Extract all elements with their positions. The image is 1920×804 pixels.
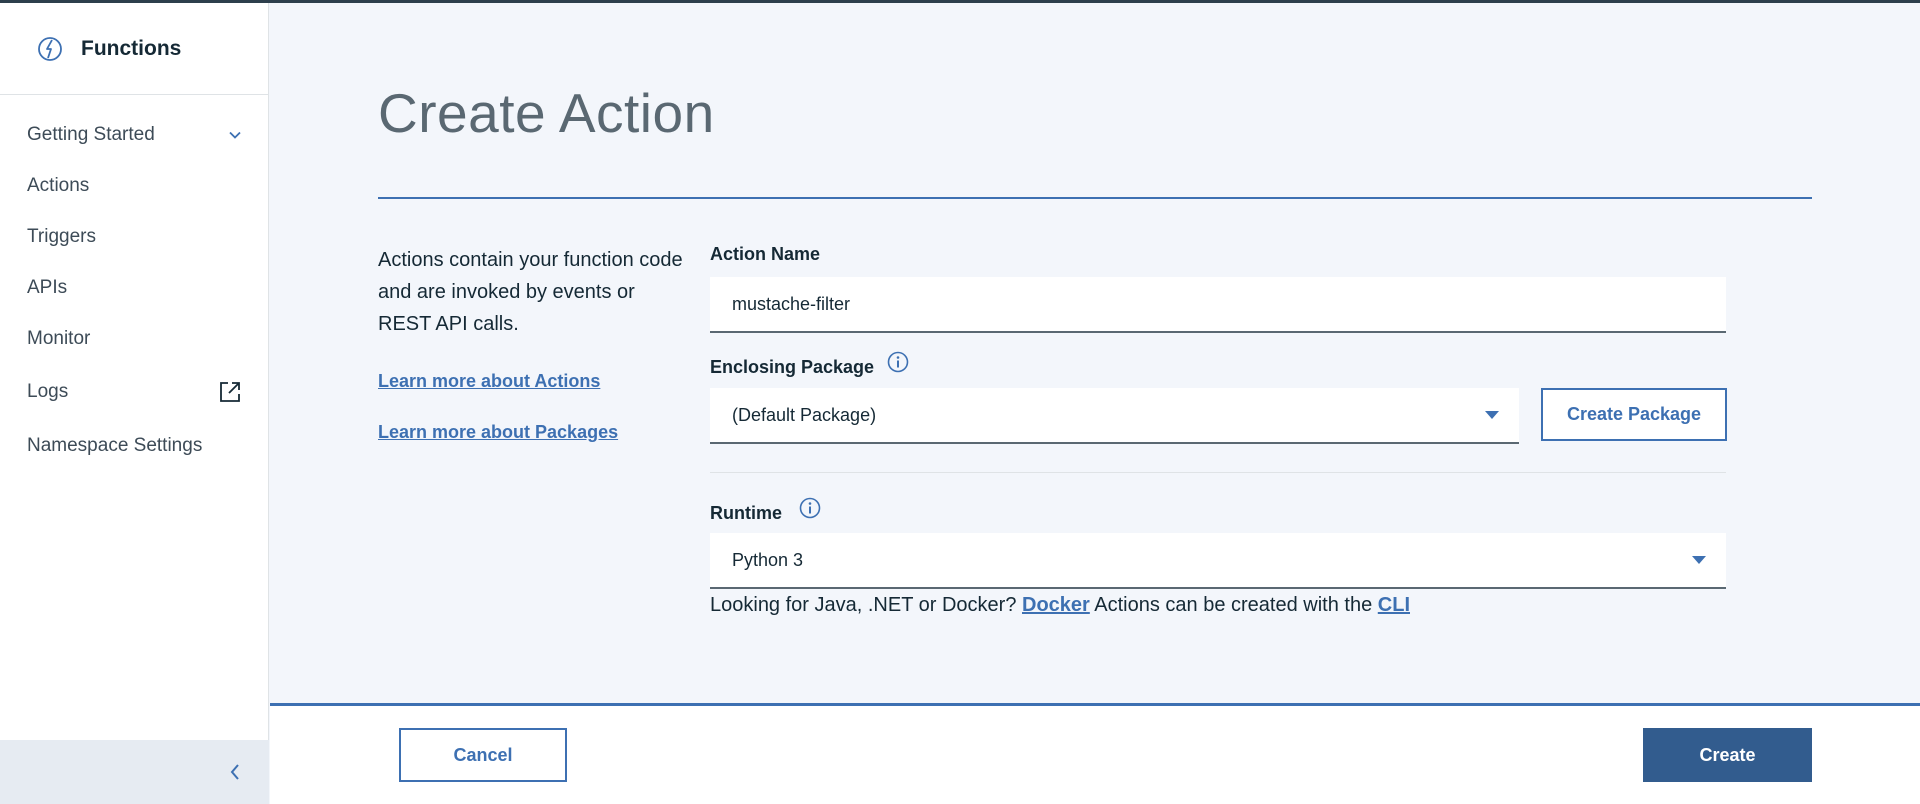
runtime-value: Python 3 bbox=[732, 549, 804, 570]
action-name-input[interactable] bbox=[710, 277, 1726, 333]
sidebar-nav: Getting Started Actions Triggers APIs Mo… bbox=[0, 95, 268, 472]
info-icon[interactable] bbox=[887, 351, 909, 373]
caret-down-icon bbox=[1485, 411, 1499, 419]
enclosing-package-select[interactable]: (Default Package) bbox=[710, 388, 1519, 444]
sidebar-item-getting-started[interactable]: Getting Started bbox=[0, 109, 268, 160]
hint-prefix: Looking for Java, .NET or Docker? bbox=[710, 594, 1017, 616]
sidebar-item-label: Actions bbox=[27, 174, 90, 196]
action-footer: Cancel Create bbox=[270, 703, 1920, 804]
docker-link[interactable]: Docker bbox=[1022, 594, 1090, 616]
cli-link[interactable]: CLI bbox=[1378, 594, 1410, 616]
page-description: Actions contain your function code and a… bbox=[378, 249, 683, 335]
sidebar-item-label: Namespace Settings bbox=[27, 435, 203, 456]
chevron-down-icon[interactable] bbox=[228, 130, 242, 139]
hint-middle: Actions can be created with the bbox=[1094, 594, 1373, 616]
sidebar-item-namespace-settings[interactable]: Namespace Settings bbox=[0, 420, 268, 472]
sidebar-item-label: Getting Started bbox=[27, 123, 155, 145]
sidebar-item-logs[interactable]: Logs bbox=[0, 364, 268, 420]
learn-more-packages-link[interactable]: Learn more about Packages bbox=[378, 422, 618, 443]
sidebar-collapse-button[interactable] bbox=[0, 740, 269, 804]
sidebar-item-monitor[interactable]: Monitor bbox=[0, 313, 268, 364]
title-divider bbox=[378, 197, 1812, 199]
external-link-icon bbox=[220, 382, 240, 402]
sidebar-item-triggers[interactable]: Triggers bbox=[0, 211, 268, 262]
create-package-button[interactable]: Create Package bbox=[1541, 388, 1727, 441]
enclosing-package-value: (Default Package) bbox=[732, 404, 877, 425]
runtime-select[interactable]: Python 3 bbox=[710, 533, 1726, 589]
sidebar-item-label: APIs bbox=[27, 276, 68, 298]
app-title: Functions bbox=[81, 36, 182, 60]
sidebar-item-apis[interactable]: APIs bbox=[0, 262, 268, 313]
functions-logo-icon bbox=[38, 36, 62, 61]
runtime-label: Runtime bbox=[710, 503, 782, 523]
info-icon[interactable] bbox=[799, 497, 821, 519]
enclosing-package-label: Enclosing Package bbox=[710, 357, 875, 377]
sidebar-brand[interactable]: Functions bbox=[0, 3, 268, 95]
form-divider bbox=[710, 472, 1726, 473]
sidebar-item-label: Monitor bbox=[27, 327, 91, 349]
chevron-left-icon[interactable] bbox=[229, 763, 241, 781]
learn-more-actions-link[interactable]: Learn more about Actions bbox=[378, 371, 600, 392]
caret-down-icon bbox=[1692, 556, 1706, 564]
main-content: Create Action Actions contain your funct… bbox=[270, 3, 1920, 804]
runtime-hint: Looking for Java, .NET or Docker? Docker… bbox=[710, 594, 1410, 617]
page-title: Create Action bbox=[378, 82, 715, 144]
create-button[interactable]: Create bbox=[1643, 728, 1812, 782]
sidebar-item-actions[interactable]: Actions bbox=[0, 160, 268, 211]
sidebar-item-label: Triggers bbox=[27, 225, 96, 247]
cancel-button[interactable]: Cancel bbox=[399, 728, 567, 782]
action-name-label: Action Name bbox=[710, 244, 821, 264]
sidebar-item-label: Logs bbox=[27, 381, 69, 402]
sidebar: Functions Getting Started Actions Trigge… bbox=[0, 3, 269, 804]
